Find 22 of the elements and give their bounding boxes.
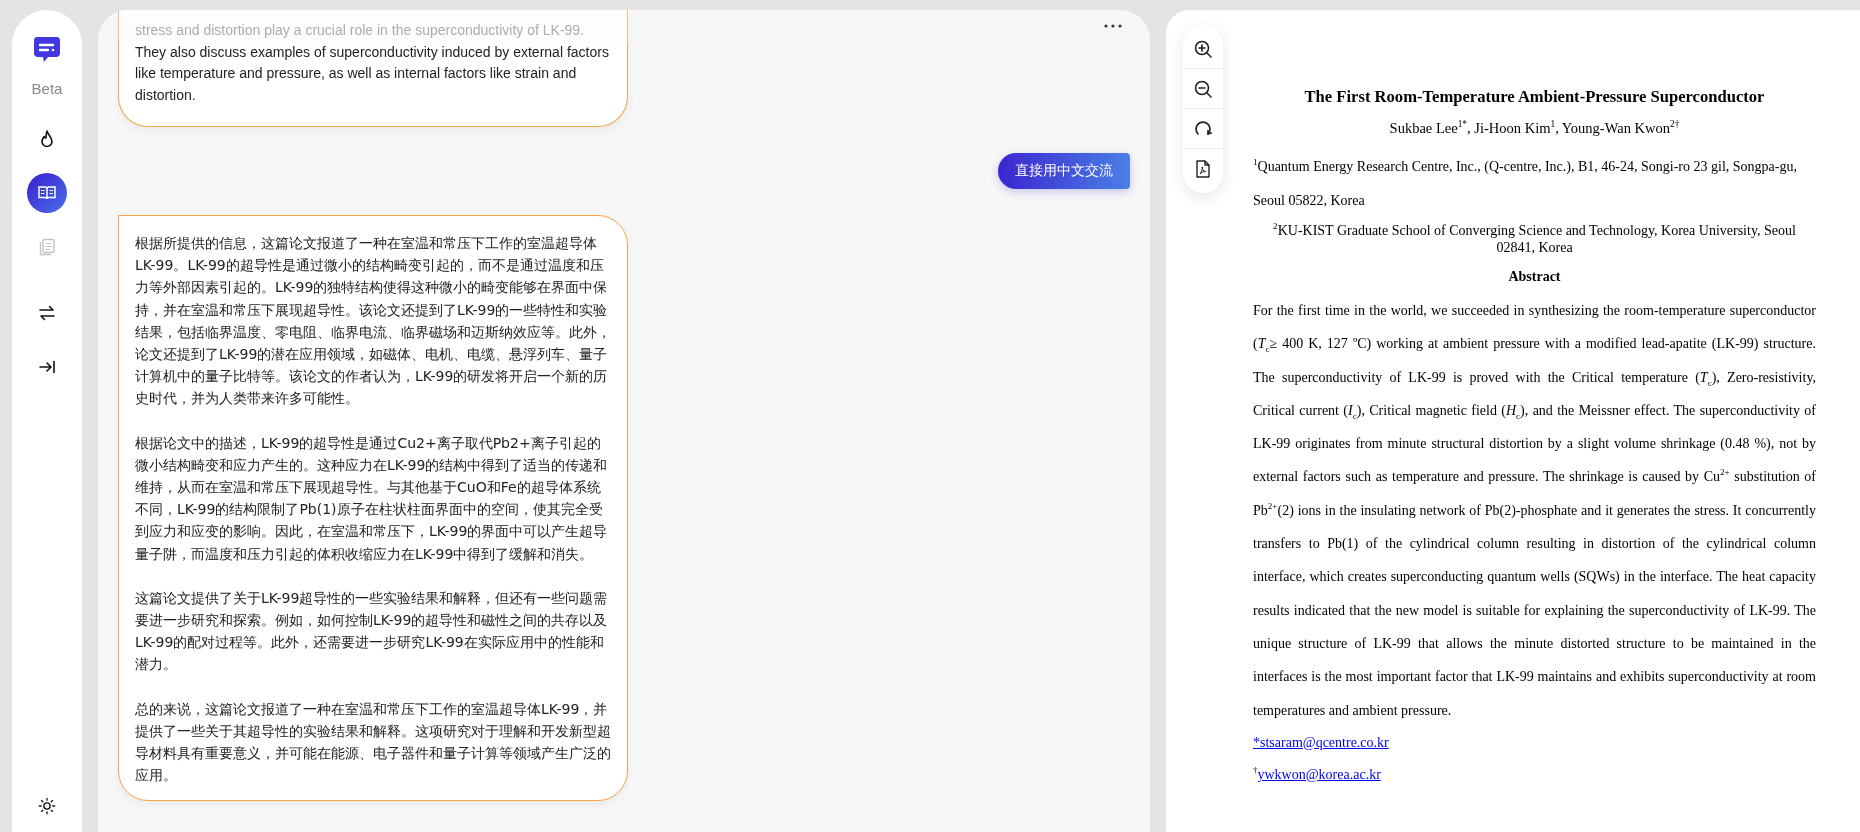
affiliation-text: $^{2}$KU-KIST Graduate School of Converging Science and Technology, Korea University, Seoul 02841, Korea — [1272, 222, 1797, 256]
book-button[interactable] — [27, 173, 67, 213]
email-link[interactable]: ywkwon@korea.ac.kr — [1257, 766, 1381, 782]
swap-arrows-icon — [37, 303, 57, 323]
email-link[interactable]: *stsaram@qcentre.co.kr — [1253, 734, 1389, 750]
paper-authors: Sukbae Lee$^{1*}$, Ji-Hoon Kim$^{1}$, Young-Wan Kwon$^{2†}$ — [1388, 118, 1681, 138]
message-text: 根据所提供的信息，这篇论文报道了一种在室温和常压下工作的室温超导体LK-99。LK-99的超导性是通过微小的结构畸变引起的，而不是通过温度和压力等外部因素引起的。LK-99的独特结构使得这种微小的畸变能够在界面中保持，并在室温和常压下展现超导性。该论文还提到了LK-99的一些特性和实验结果，包括临界温度、零电阻、临界电流、临界磁场和迈斯纳效应等。此外，论文还提到了LK-99的潜在应用领域，如磁体、电机、电缆、悬浮列车、量子计算机中的量子比特等。该论文的作者认为，LK-99的研发将开启一个新的历史时代，并为人类带来许多可能性。 — [135, 234, 611, 409]
message-text: 总的来说，这篇论文报道了一种在室温和常压下工作的室温超导体LK-99，并提供了一些关于其超导性的实验结果和解释。这项研究对于理解和开发新型超导材料具有重要意义，并可能在能源、电子器件和量子计算等领域产生广泛的应用。 — [135, 699, 611, 786]
sun-icon — [38, 797, 56, 815]
chat-logo-icon — [33, 34, 61, 64]
footnote-mark: † — [1253, 765, 1258, 776]
affiliation-text: $^{1}$Quantum Energy Research Centre, Inc., (Q-centre, Inc.), B1, 46-24, Songi-ro 23 gil, Songpa-gu, Seoul 05822, Korea — [1253, 156, 1798, 210]
user-message-bubble: 直接用中文交流 — [998, 153, 1130, 189]
abstract-heading: Abstract — [1507, 268, 1562, 286]
abstract-text: For the first time in the world, we succeeded in synthesizing the room-temperature superconductor (T$_{c}$≥ 400 K, 127 ºC) working at ambient pressure with a modified lead-apatite (LK-99) structure. The superconductivity of LK-99 is proved with the Critical temperature (T$_{c}$), Zero-resistivity, Critical current (I$_{c}$), Critical magnetic field (H$_{c}$), and the Meissner effect. The superconductivity of LK-99 originates from minute structural distortion by a slight volume shrinkage (0.48 %), not by external factors such as temperature and pressure. The shrinkage is caused by Cu$^{2+}$ substitution of Pb$^{2+}$(2) ions in the insulating network of Pb(2)-phosphate and it generates the stress. It concurrently transfers to Pb(1) of the cylindrical column resulting in distortion of the cylindrical column interface, which creates superconducting quantum wells (SQWs) in the interface. The heat capacity results indicated that the new model is suitable for explaining the superconductivity of LK-99. The unique structure of LK-99 that allows the minute distorted structure to be maintained in the interfaces is the most important factor that LK-99 maintains and exhibits superconductivity at room temperatures and ambient pressure. — [1253, 302, 1816, 720]
message-text: stress and distortion play a crucial role in the superconductivity of LK-99. — [135, 21, 585, 40]
beta-label: Beta — [31, 80, 63, 97]
message-text: 这篇论文提供了关于LK-99超导性的一些实验结果和解释，但还有一些问题需要进一步研究和探索。例如，如何控制LK-99的超导性和磁性之间的共存以及LK-99的配对过程等。此外，还需要进一步研究LK-99在实际应用中的性能和潜力。 — [135, 588, 609, 675]
documents-icon — [37, 237, 57, 257]
message-text: They also discuss examples of superconductivity induced by external factors like temperature and pressure, as well as internal factors like strain and distortion. — [135, 42, 610, 105]
paper-title: The First Room-Temperature Ambient-Pressure Superconductor — [1303, 86, 1766, 108]
message-text: 根据论文中的描述，LK-99的超导性是通过Cu2+离子取代Pb2+离子引起的微小结构畸变和应力产生的。这种应力在LK-99的结构中得到了适当的传递和维持，从而在室温和常压下展现超导性。与其他基于CuO和Fe的超导体系统不同，LK-99的结构限制了Pb(1)原子在柱状柱面界面中的空间，使其完全受到应力和应变的影响。因此，在室温和常压下，LK-99的界面中可以产生超导量子阱，而温度和压力引起的体积收缩应力在LK-99中得到了缓解和消失。 — [135, 433, 609, 564]
